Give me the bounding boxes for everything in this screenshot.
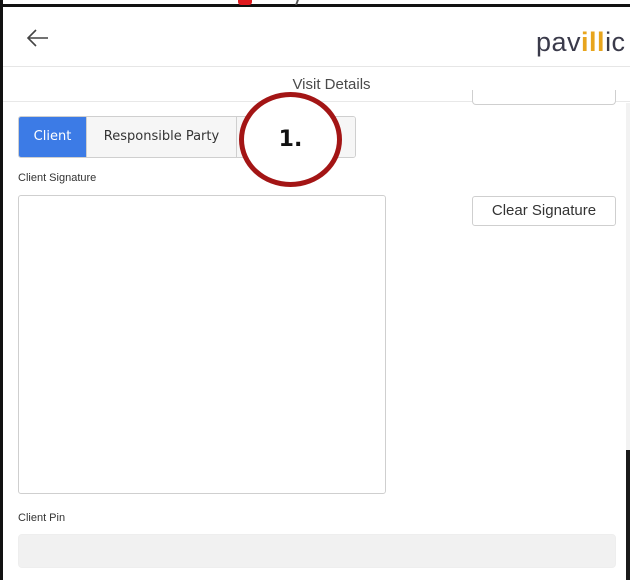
client-pin-label: Client Pin: [18, 512, 66, 524]
annotation-callout-circle: 1.: [239, 92, 342, 187]
tab-client[interactable]: Client: [19, 117, 87, 157]
arrow-left-icon: [26, 29, 48, 47]
red-annotation-mark: [238, 0, 252, 5]
brand-logo: pavillic: [536, 27, 626, 57]
screenshot-frame: pavillic Visit Details Client Responsibl…: [0, 0, 630, 580]
tab-responsible-party[interactable]: Responsible Party: [87, 117, 237, 157]
partially-hidden-button[interactable]: [472, 90, 616, 105]
client-pin-input[interactable]: [18, 534, 616, 568]
signature-pad[interactable]: [18, 195, 386, 494]
app-header: pavillic: [3, 7, 630, 67]
back-button[interactable]: [25, 25, 51, 51]
clear-signature-button[interactable]: Clear Signature: [472, 196, 616, 226]
annotation-number: 1.: [278, 127, 303, 152]
client-signature-label: Client Signature: [18, 172, 97, 184]
scrollbar-thumb[interactable]: [626, 450, 630, 580]
